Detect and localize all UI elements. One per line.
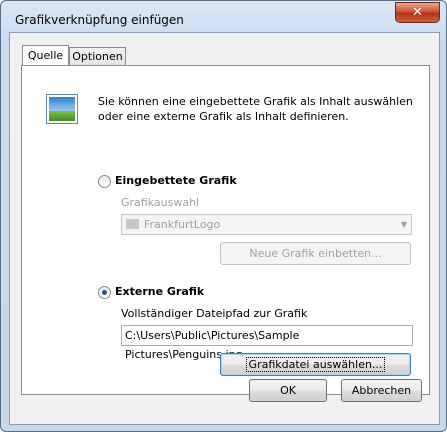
cancel-button[interactable]: Abbrechen — [341, 379, 422, 402]
dialog-window: Grafikverknüpfung einfügen ✕ Quelle Opti… — [0, 0, 447, 432]
cancel-label: Abbrechen — [351, 384, 412, 397]
ok-button[interactable]: OK — [249, 379, 327, 402]
close-icon: ✕ — [412, 5, 423, 20]
select-graphic-file-label: Grafikdatei auswählen... — [245, 357, 386, 372]
embedded-graphic-radio[interactable] — [98, 175, 111, 188]
embed-new-graphic-button[interactable]: Neue Grafik einbetten... — [220, 242, 411, 265]
embedded-graphic-label: Eingebettete Grafik — [115, 174, 237, 187]
file-path-input[interactable]: C:\Users\Public\Pictures\Sample Pictures… — [121, 325, 413, 361]
tab-optionen[interactable]: Optionen — [69, 47, 126, 66]
select-graphic-file-button[interactable]: Grafikdatei auswählen... — [220, 353, 411, 376]
external-graphic-label: Externe Grafik — [115, 285, 205, 298]
graphic-selection-dropdown[interactable]: FrankfurtLogo ▼ — [121, 214, 412, 235]
window-title: Grafikverknüpfung einfügen — [15, 13, 184, 27]
description-text: Sie können eine eingebettete Grafik als … — [98, 95, 413, 123]
chevron-down-icon: ▼ — [400, 220, 407, 229]
folder-icon — [126, 219, 139, 229]
picture-icon — [46, 94, 78, 124]
embed-new-graphic-label: Neue Grafik einbetten... — [249, 247, 382, 260]
tab-quelle[interactable]: Quelle — [22, 45, 69, 66]
file-path-label: Vollständiger Dateipfad zur Grafik — [121, 307, 308, 320]
graphic-selection-value: FrankfurtLogo — [144, 218, 221, 231]
graphic-selection-label: Grafikauswahl — [121, 196, 200, 209]
close-button[interactable]: ✕ — [395, 2, 440, 23]
external-graphic-radio[interactable] — [98, 286, 111, 299]
ok-label: OK — [280, 384, 296, 397]
tab-panel-quelle: Sie können eine eingebettete Grafik als … — [21, 65, 430, 395]
dialog-body: Quelle Optionen Sie können eine eingebet… — [9, 32, 440, 425]
